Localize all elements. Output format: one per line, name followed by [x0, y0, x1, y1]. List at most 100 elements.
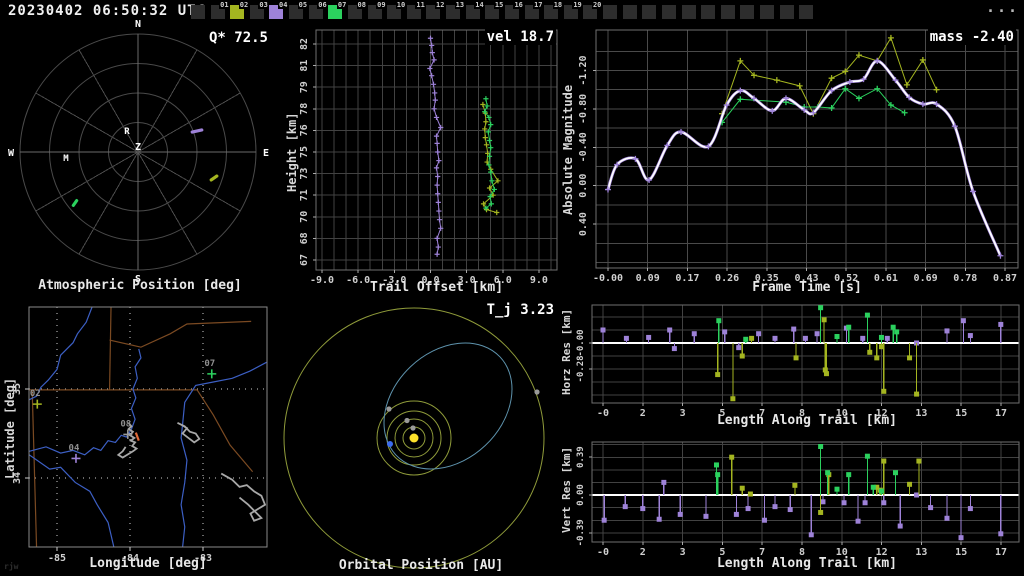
sky-plot-title: Atmospheric Position [deg] — [38, 278, 242, 293]
map-layers — [29, 307, 267, 547]
station-number: 14 — [474, 1, 485, 9]
station-indicator[interactable] — [759, 5, 774, 19]
station-indicator[interactable] — [603, 5, 618, 19]
station-number: 07 — [336, 1, 348, 9]
svg-text:04: 04 — [69, 443, 80, 453]
station-indicator-07[interactable]: 07 — [328, 1, 348, 19]
station-number: 15 — [493, 1, 505, 9]
svg-text:-0.39: -0.39 — [576, 519, 586, 546]
map-station-07: 07 — [204, 359, 217, 379]
svg-text:75: 75 — [299, 146, 310, 158]
station-number: 05 — [297, 1, 309, 9]
vert-res-x-title: Length Along Trail [km] — [716, 556, 897, 571]
station-number: 19 — [572, 1, 583, 9]
station-indicator-04[interactable]: 04 — [269, 1, 289, 19]
vert_res-series-02 — [729, 454, 922, 515]
svg-text:71: 71 — [299, 189, 310, 201]
meteor-orbit-ellipse — [383, 342, 513, 470]
earth-dot — [387, 441, 393, 447]
station-indicator-15[interactable]: 15 — [485, 1, 505, 19]
magnitude-axis-label: Absolute Magnitude — [561, 84, 575, 216]
ground-map[interactable]: -85 -84 -833534 — [12, 306, 268, 564]
station-indicator-12[interactable]: 12 — [426, 1, 446, 19]
light-curve-plot[interactable]: -0.00 0.09 0.17 0.26 0.35 0.43 0.52 0.61 0.69 0.7… — [578, 29, 1019, 284]
station-indicator-11[interactable]: 11 — [406, 1, 426, 19]
svg-text:0.00: 0.00 — [578, 174, 589, 198]
svg-text:-0.28: -0.28 — [576, 355, 586, 382]
station-indicator-19[interactable]: 19 — [563, 1, 583, 19]
svg-text:78: 78 — [299, 103, 310, 115]
station-indicator[interactable] — [740, 5, 755, 19]
planet-dot — [410, 425, 416, 431]
svg-text:67: 67 — [299, 254, 310, 266]
station-indicator-01[interactable]: 01 — [210, 1, 230, 19]
svg-text:-0.00: -0.00 — [576, 329, 586, 356]
svg-text:E: E — [263, 148, 269, 159]
station-indicator-14[interactable]: 14 — [465, 1, 485, 19]
station-indicator[interactable] — [642, 5, 657, 19]
station-indicator-06[interactable]: 06 — [308, 1, 328, 19]
svg-text:0.00: 0.00 — [576, 484, 586, 506]
velocity-readout: vel 18.7 — [484, 29, 556, 45]
station-indicator-09[interactable]: 09 — [367, 1, 387, 19]
station-indicator-02[interactable]: 02 — [230, 1, 250, 19]
meteor-streak-02 — [209, 174, 219, 182]
station-indicator-05[interactable]: 05 — [289, 1, 309, 19]
station-indicator-08[interactable]: 08 — [347, 1, 367, 19]
station-indicator[interactable] — [720, 5, 735, 19]
station-indicator[interactable] — [681, 5, 696, 19]
station-number: 08 — [356, 1, 367, 9]
watermark: rjw — [4, 562, 19, 571]
station-number: 06 — [317, 1, 328, 9]
mass-readout: mass -2.40 — [927, 29, 1016, 45]
svg-text:02: 02 — [30, 389, 41, 399]
station-indicator-17[interactable]: 17 — [524, 1, 544, 19]
svg-text:76: 76 — [299, 124, 310, 136]
trail-series-07 — [482, 96, 497, 211]
station-indicator[interactable] — [661, 5, 676, 19]
station-indicator-18[interactable]: 18 — [544, 1, 564, 19]
svg-text:70: 70 — [299, 211, 310, 223]
station-number: 02 — [238, 1, 250, 9]
station-number: 09 — [376, 1, 387, 9]
station-indicator-03[interactable]: 03 — [249, 1, 269, 19]
horz-res-x-title: Length Along Trail [km] — [716, 413, 897, 428]
svg-text:-0.80: -0.80 — [578, 94, 589, 124]
station-indicator-13[interactable]: 13 — [446, 1, 466, 19]
planet-dot — [386, 406, 392, 412]
meteor-streak-07 — [71, 199, 79, 207]
station-indicator-20[interactable]: 20 — [583, 1, 603, 19]
station-number: 03 — [258, 1, 269, 9]
height-axis-label: Height [km] — [285, 112, 299, 192]
station-indicator[interactable] — [799, 5, 814, 19]
latitude-axis-label: Latitude [deg] — [3, 377, 17, 479]
vert-res-axis-label: Vert Res [km] — [560, 446, 573, 534]
svg-text:73: 73 — [299, 168, 310, 180]
station-number: 20 — [591, 1, 603, 9]
overflow-menu[interactable]: ... — [986, 0, 1019, 16]
station-indicator[interactable] — [191, 5, 205, 19]
svg-text:79: 79 — [299, 81, 310, 93]
svg-text:68: 68 — [299, 232, 310, 244]
orbit-plot[interactable] — [283, 307, 545, 569]
trail-offset-title: Trail Offset [km] — [369, 280, 504, 295]
horz_res-plot[interactable]: -0 2 3 5 7 8 10 12 13 15 17-0.00-0.28 — [576, 304, 1020, 419]
station-number: 10 — [395, 1, 407, 9]
svg-text:0.40: 0.40 — [578, 212, 589, 236]
station-indicator[interactable] — [701, 5, 716, 19]
planet-dot — [404, 417, 410, 424]
station-indicator[interactable] — [622, 5, 637, 19]
sky-plot[interactable]: NESWZRM — [8, 19, 269, 285]
svg-text:M: M — [63, 154, 69, 164]
station-indicator-10[interactable]: 10 — [387, 1, 407, 19]
map-station-02: 02 — [30, 389, 42, 409]
svg-text:-1.20: -1.20 — [578, 55, 589, 85]
sun-dot — [409, 433, 419, 443]
station-number: 04 — [278, 1, 289, 9]
svg-text:R: R — [124, 127, 130, 137]
station-indicator[interactable] — [779, 5, 794, 19]
station-number: 17 — [533, 1, 544, 9]
meteor-analysis-window: N E S W Z R M -9.0 -6.0 -3.0 0.0 3.0 6.0 9.0 82 81 79 78 7… — [0, 0, 1024, 576]
planet-dot — [534, 389, 540, 395]
station-indicator-16[interactable]: 16 — [504, 1, 524, 19]
